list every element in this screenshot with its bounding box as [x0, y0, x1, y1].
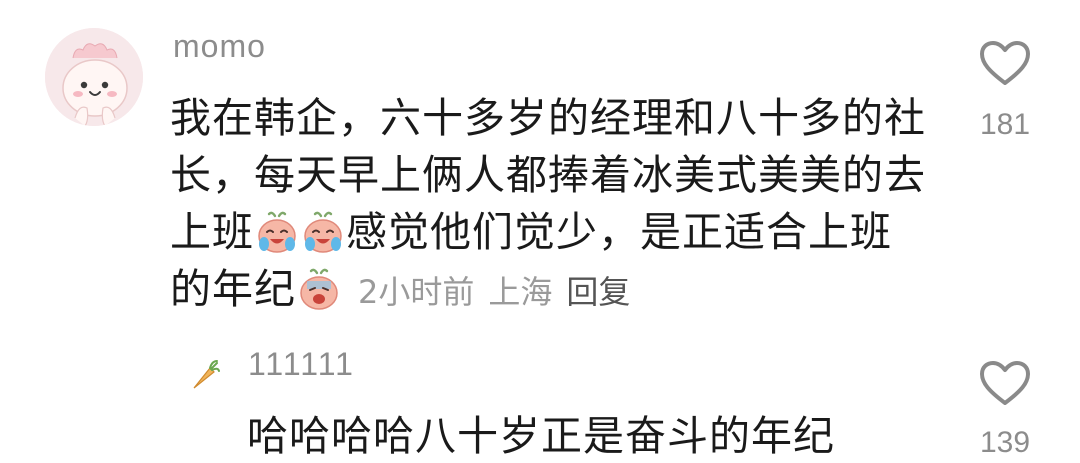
laugh-cry-emoji-icon	[304, 211, 342, 253]
avatar[interactable]	[45, 28, 143, 126]
like-button[interactable]: 181	[960, 40, 1050, 142]
laugh-cry-emoji-icon	[258, 211, 296, 253]
comment-meta: 2小时前 上海 回复	[358, 273, 644, 311]
like-count: 181	[979, 108, 1031, 141]
heart-icon	[980, 361, 1030, 405]
comment-time: 2小时前	[358, 273, 475, 311]
comment-body: 我在韩企，六十多岁的经理和八十多的社长，每天早上俩人都捧着冰美式美美的去上班 感…	[170, 90, 930, 321]
carrot-icon	[193, 360, 220, 389]
heart-icon	[980, 41, 1030, 85]
comment-username[interactable]: momo	[173, 28, 266, 65]
reply-body: 哈哈哈哈八十岁正是奋斗的年纪	[247, 412, 835, 460]
reply-like-button[interactable]: 139	[960, 360, 1050, 460]
reply-like-count: 139	[979, 426, 1031, 459]
cry-emoji-icon	[300, 268, 338, 310]
reply-username[interactable]: 111111	[248, 346, 355, 383]
reply-button[interactable]: 回复	[566, 273, 630, 311]
cartoon-avatar-icon	[45, 28, 143, 126]
comment-location: 上海	[488, 273, 553, 311]
